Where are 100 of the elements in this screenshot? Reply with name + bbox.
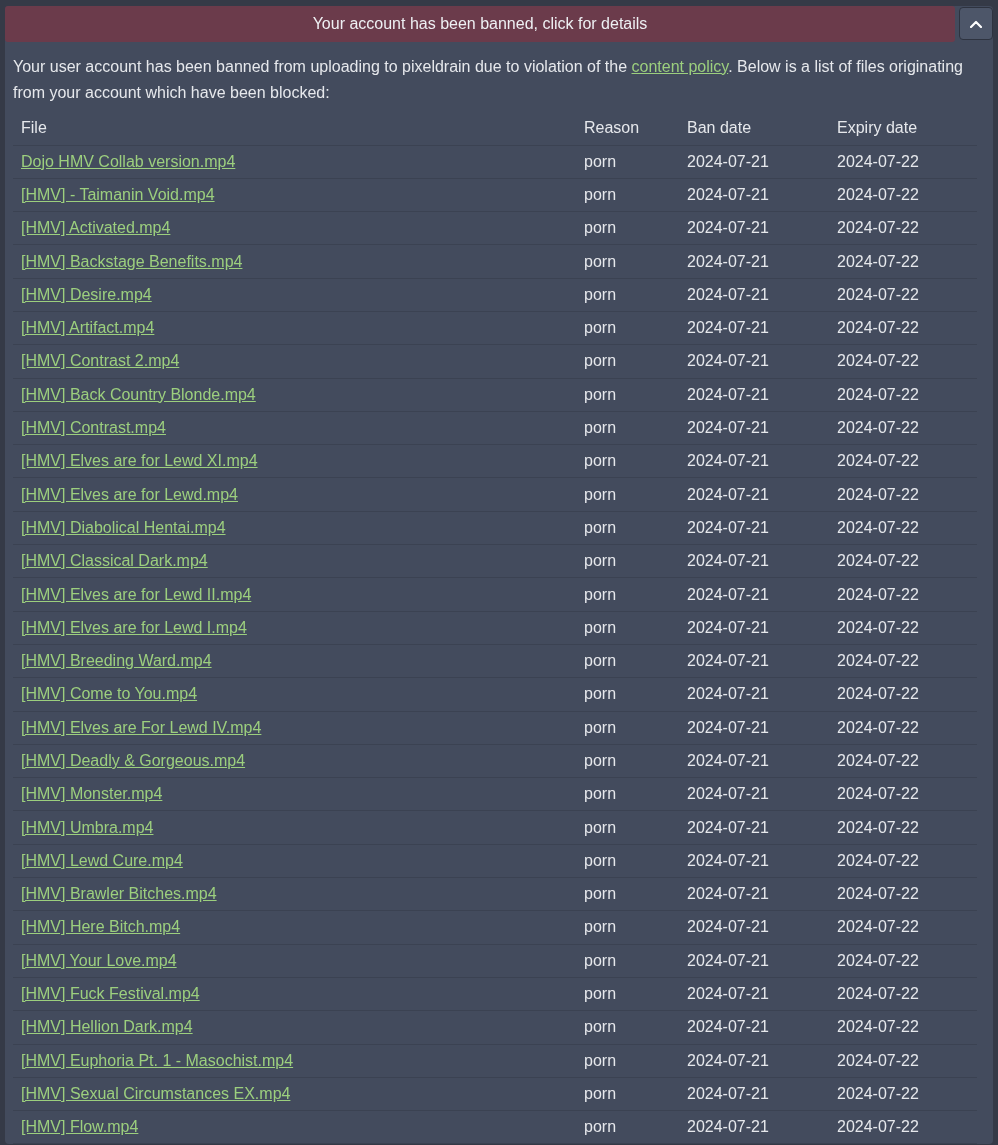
table-cell: 2024-07-21 [687, 585, 769, 603]
table-cell: 2024-07-22 [837, 319, 919, 337]
table-cell: 2024-07-22 [837, 1018, 919, 1036]
file-link[interactable]: [HMV] Brawler Bitches.mp4 [21, 885, 217, 903]
table-cell: 2024-07-21 [687, 452, 769, 470]
file-link[interactable]: [HMV] Diabolical Hentai.mp4 [21, 518, 226, 536]
table-cell: 2024-07-21 [687, 1051, 769, 1069]
table-cell: 2024-07-22 [837, 985, 919, 1003]
column-header: Ban date [687, 119, 752, 137]
table-cell: porn [584, 752, 617, 769]
table-cell: 2024-07-22 [837, 1118, 919, 1136]
file-link[interactable]: [HMV] Activated.mp4 [21, 219, 171, 237]
file-link[interactable]: [HMV] Backstage Benefits.mp4 [21, 252, 243, 270]
table-cell: porn [584, 518, 617, 536]
chevron-icon [970, 19, 982, 28]
table-cell: 2024-07-22 [837, 685, 919, 703]
file-link[interactable]: [HMV] Hellion Dark.mp4 [21, 1018, 193, 1036]
table-cell: porn [584, 419, 617, 436]
table-cell: 2024-07-21 [687, 652, 769, 670]
table-cell: 2024-07-21 [687, 252, 769, 270]
table-cell: porn [584, 785, 617, 803]
table-cell: 2024-07-21 [687, 918, 769, 936]
file-link[interactable]: [HMV] Deadly & Gorgeous.mp4 [21, 752, 246, 769]
table-cell: 2024-07-22 [837, 818, 919, 836]
file-link[interactable]: [HMV] Your Love.mp4 [21, 951, 177, 969]
table-cell: porn [584, 652, 617, 670]
file-link[interactable]: [HMV] - Taimanin Void.mp4 [21, 185, 215, 203]
table-cell: 2024-07-21 [687, 1084, 769, 1102]
table-cell: porn [584, 1018, 617, 1036]
table-cell: 2024-07-21 [687, 385, 769, 403]
file-link[interactable]: [HMV] Monster.mp4 [21, 785, 163, 803]
table-cell: 2024-07-22 [837, 518, 919, 536]
file-link[interactable]: [HMV] Come to You.mp4 [21, 685, 198, 703]
table-cell: 2024-07-21 [687, 951, 769, 969]
table-cell: 2024-07-22 [837, 419, 919, 436]
table-cell: porn [584, 452, 617, 470]
file-link[interactable]: [HMV] Desire.mp4 [21, 285, 152, 303]
table-cell: 2024-07-21 [687, 552, 769, 570]
table-cell: 2024-07-22 [837, 851, 919, 869]
table-cell: porn [584, 219, 617, 237]
table-cell: porn [584, 552, 617, 570]
column-header: Expiry date [837, 119, 918, 137]
file-link[interactable]: [HMV] Elves are For Lewd IV.mp4 [21, 718, 262, 736]
table-cell: 2024-07-21 [687, 185, 769, 203]
table-cell: porn [584, 252, 617, 270]
ban-description: Your user account has been banned from uploading to pixeldrain due to violation of the content policy. Below is a list of files originating from your account which have been blocked: [13, 57, 964, 103]
table-cell: 2024-07-21 [687, 885, 769, 903]
table-cell: 2024-07-21 [687, 319, 769, 337]
file-link[interactable]: [HMV] Flow.mp4 [21, 1118, 139, 1136]
table-cell: 2024-07-22 [837, 785, 919, 803]
table-cell: 2024-07-22 [837, 485, 919, 503]
table-cell: 2024-07-22 [837, 452, 919, 470]
table-cell: 2024-07-22 [837, 385, 919, 403]
table-cell: 2024-07-21 [687, 685, 769, 703]
table-cell: 2024-07-21 [687, 752, 769, 769]
table-cell: porn [584, 685, 617, 703]
file-link[interactable]: Dojo HMV Collab version.mp4 [21, 152, 236, 170]
file-link[interactable]: [HMV] Breeding Ward.mp4 [21, 652, 212, 670]
file-link[interactable]: [HMV] Elves are for Lewd II.mp4 [21, 585, 252, 603]
table-cell: 2024-07-21 [687, 618, 769, 636]
table-cell: porn [584, 1051, 617, 1069]
file-link[interactable]: [HMV] Euphoria Pt. 1 - Masochist.mp4 [21, 1051, 294, 1069]
file-link[interactable]: [HMV] Sexual Circumstances EX.mp4 [21, 1084, 291, 1102]
file-link[interactable]: [HMV] Contrast.mp4 [21, 419, 166, 436]
table-cell: porn [584, 385, 617, 403]
ban-banner[interactable]: Your account has been banned, click for details [5, 6, 955, 42]
table-cell: 2024-07-21 [687, 985, 769, 1003]
table-cell: 2024-07-21 [687, 219, 769, 237]
table-cell: 2024-07-21 [687, 285, 769, 303]
table-cell: 2024-07-21 [687, 1118, 769, 1136]
file-link[interactable]: [HMV] Elves are for Lewd.mp4 [21, 485, 238, 503]
table-cell: 2024-07-22 [837, 285, 919, 303]
file-link[interactable]: [HMV] Elves are for Lewd XI.mp4 [21, 452, 258, 470]
table-cell: porn [584, 485, 617, 503]
file-link[interactable]: [HMV] Elves are for Lewd I.mp4 [21, 618, 247, 636]
file-link[interactable]: [HMV] Here Bitch.mp4 [21, 918, 181, 936]
table-cell: porn [584, 185, 617, 203]
file-link[interactable]: [HMV] Contrast 2.mp4 [21, 352, 180, 370]
table-cell: 2024-07-21 [687, 1018, 769, 1036]
table-cell: porn [584, 985, 617, 1003]
file-link[interactable]: [HMV] Artifact.mp4 [21, 319, 155, 337]
table-cell: 2024-07-21 [687, 518, 769, 536]
table-cell: 2024-07-21 [687, 485, 769, 503]
file-link[interactable]: [HMV] Lewd Cure.mp4 [21, 851, 183, 869]
file-link[interactable]: [HMV] Classical Dark.mp4 [21, 552, 208, 570]
table-cell: 2024-07-22 [837, 718, 919, 736]
content-policy-link[interactable]: content policy [631, 58, 729, 75]
table-cell: 2024-07-22 [837, 618, 919, 636]
table-cell: porn [584, 585, 617, 603]
file-link[interactable]: [HMV] Back Country Blonde.mp4 [21, 385, 256, 403]
table-cell: porn [584, 352, 617, 370]
table-cell: 2024-07-21 [687, 785, 769, 803]
table-cell: 2024-07-22 [837, 918, 919, 936]
file-link[interactable]: [HMV] Fuck Festival.mp4 [21, 985, 200, 1003]
table-cell: 2024-07-22 [837, 185, 919, 203]
table-cell: 2024-07-21 [687, 818, 769, 836]
file-link[interactable]: [HMV] Umbra.mp4 [21, 818, 154, 836]
collapse-button[interactable] [959, 7, 993, 40]
table-cell: 2024-07-21 [687, 851, 769, 869]
table-cell: 2024-07-21 [687, 352, 769, 370]
